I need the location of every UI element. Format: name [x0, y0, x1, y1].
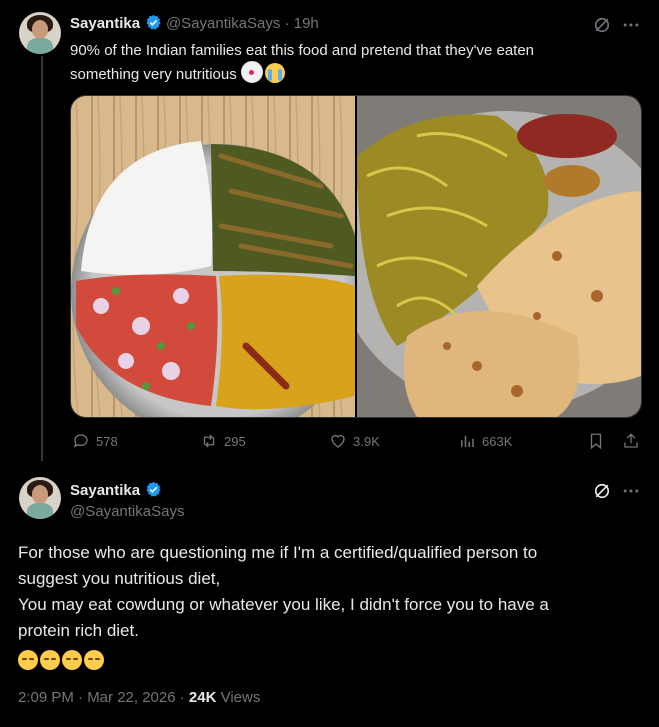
share-icon[interactable] [622, 432, 640, 450]
thread-connector-line [41, 56, 43, 461]
tweet-author: Sayantika @SayantikaSays [70, 481, 184, 520]
display-name[interactable]: Sayantika [70, 15, 140, 32]
avatar[interactable] [19, 12, 61, 54]
grok-icon[interactable] [592, 481, 612, 501]
views-button[interactable]: 663K [458, 432, 512, 450]
clown-face-emoji [240, 61, 263, 83]
views-label: Views [216, 689, 261, 706]
sleepy-face-emoji [40, 650, 60, 670]
reply-icon [73, 434, 88, 448]
sleepy-face-emoji [18, 650, 38, 670]
food-image-paratha[interactable] [357, 96, 641, 417]
tweet-text-line: You may eat cowdung or whatever you like… [18, 595, 549, 614]
food-image-thali[interactable] [71, 96, 355, 417]
avatar[interactable] [19, 477, 61, 519]
retweet-count: 295 [224, 433, 246, 449]
tweet-text: For those who are questioning me if I'm … [18, 540, 643, 674]
display-name[interactable]: Sayantika [70, 482, 140, 499]
more-options-icon[interactable] [621, 481, 641, 501]
like-count: 3.9K [353, 433, 380, 449]
reply-button[interactable]: 578 [72, 432, 118, 450]
reply-count: 578 [96, 433, 118, 449]
loudly-crying-emoji [264, 63, 285, 83]
views-count: 24K [188, 689, 217, 706]
tweet-text-line: protein rich diet. [18, 621, 139, 640]
tweet-media[interactable] [70, 95, 642, 418]
grok-icon[interactable] [592, 15, 612, 35]
emoji-row [18, 648, 643, 674]
tweet-text-line: 90% of the Indian families eat this food… [70, 42, 535, 59]
handle[interactable]: @SayantikaSays [70, 503, 184, 520]
tweet-text-line: something very nutritious [70, 61, 640, 85]
bookmark-icon[interactable] [587, 432, 605, 450]
tweet-text-span: something very nutritious [70, 66, 237, 83]
tweet-text-line: For those who are questioning me if I'm … [18, 543, 538, 562]
tweet-text: 90% of the Indian families eat this food… [70, 40, 640, 85]
tweet-text-line: suggest you nutritious diet, [18, 569, 221, 588]
sleepy-face-emoji [84, 650, 104, 670]
verified-badge-icon [145, 481, 161, 497]
verified-badge-icon [145, 14, 161, 30]
timestamp[interactable]: 2:09 PM · Mar 22, 2026 · [18, 689, 189, 706]
handle-and-time[interactable]: @SayantikaSays · 19h [166, 15, 319, 32]
analytics-icon [461, 435, 474, 447]
tweet-header: Sayantika @SayantikaSays · 19h [70, 14, 319, 33]
retweet-button[interactable]: 295 [200, 432, 246, 450]
like-button[interactable]: 3.9K [329, 432, 380, 450]
tweet-footer: 2:09 PM · Mar 22, 2026 · 24K Views [18, 689, 260, 706]
views-count: 663K [482, 433, 513, 449]
more-options-icon[interactable] [621, 15, 641, 35]
sleepy-face-emoji [62, 650, 82, 670]
heart-icon [331, 434, 345, 448]
retweet-icon [203, 434, 215, 448]
